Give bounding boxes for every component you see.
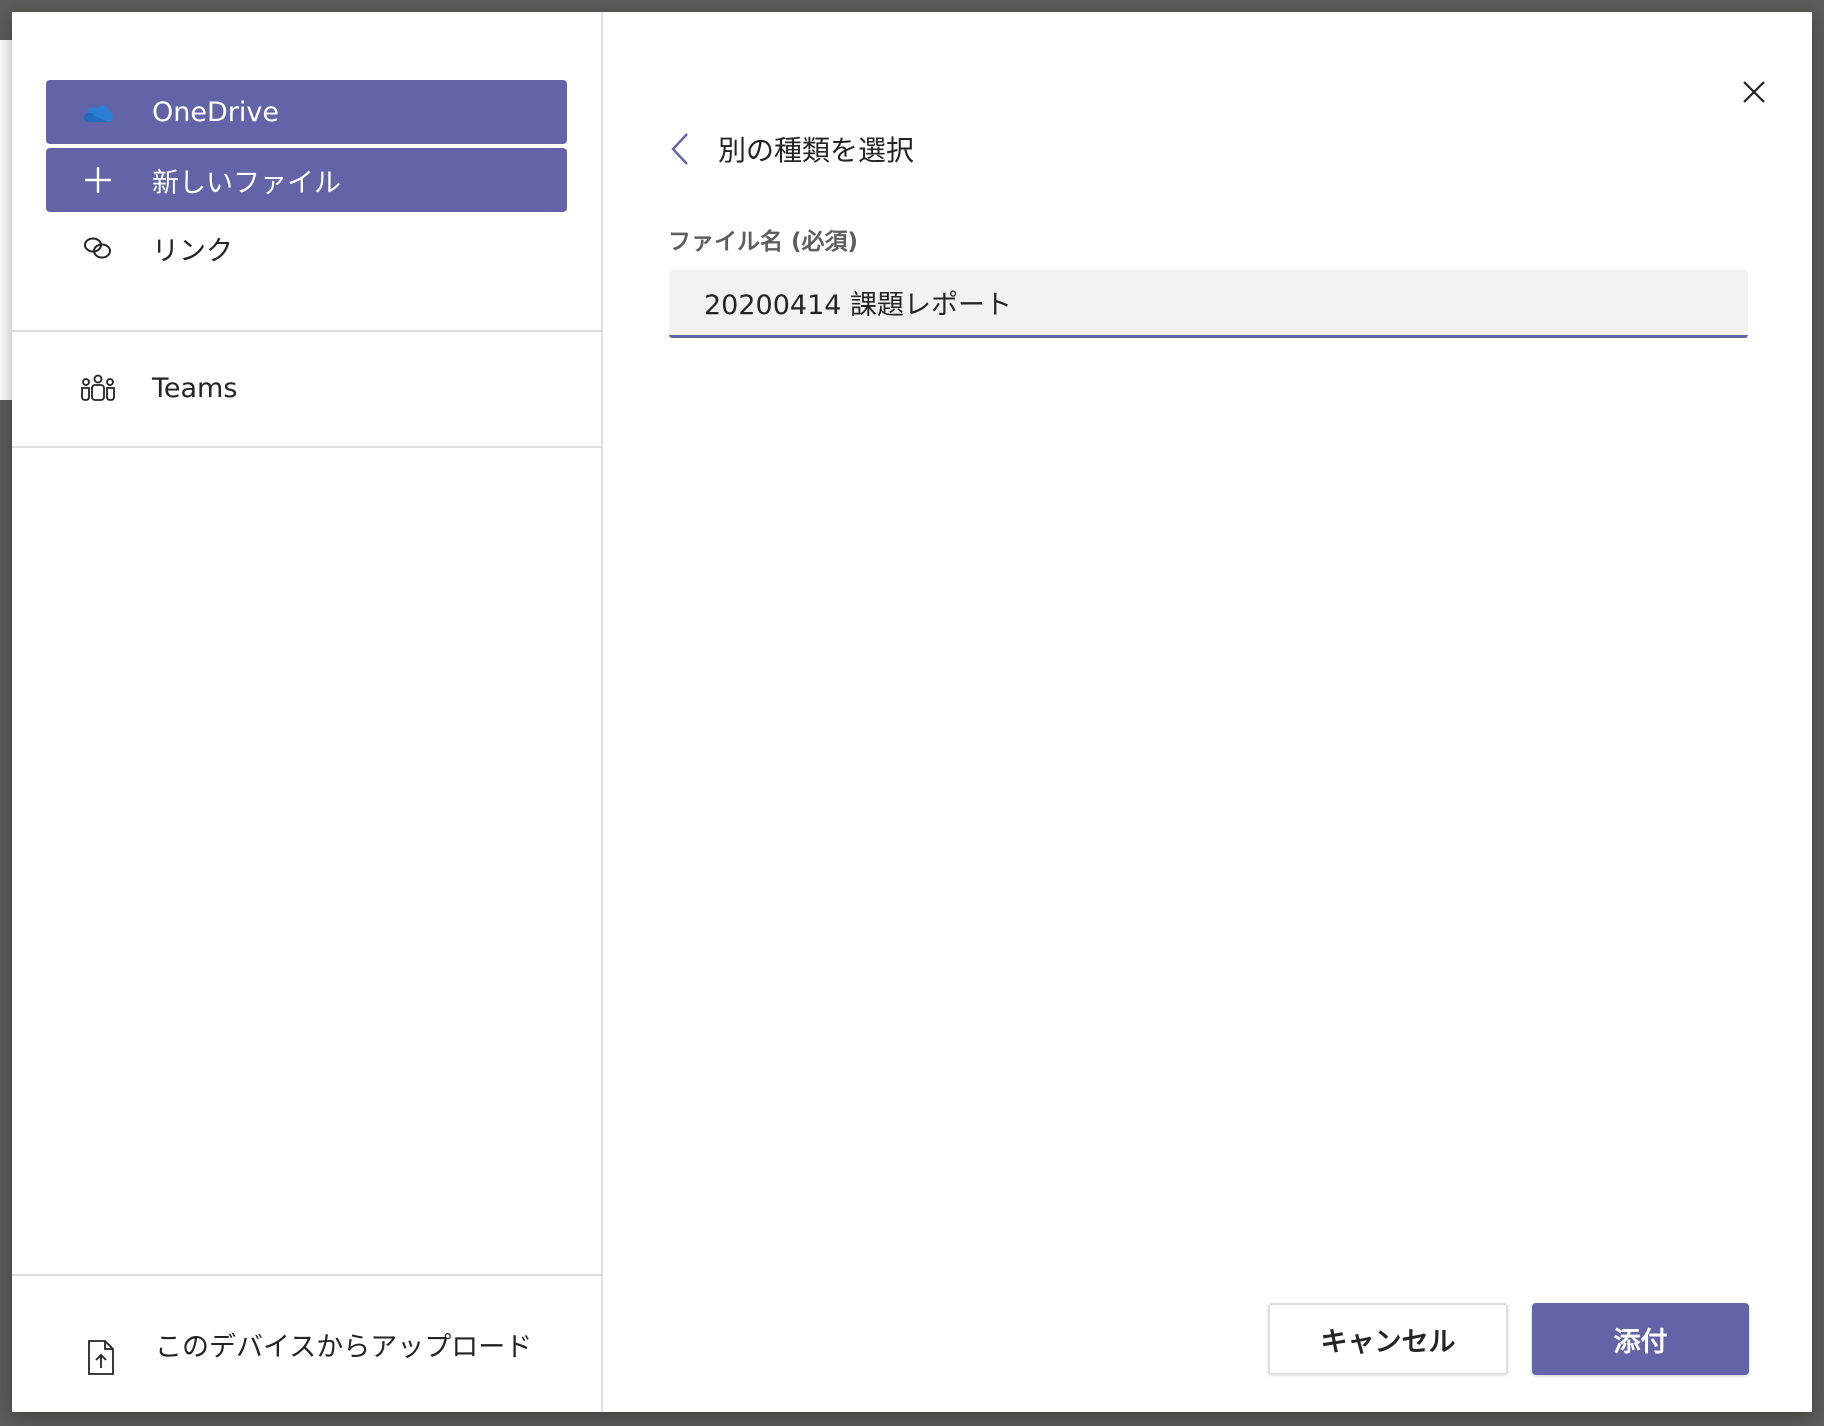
nav-item-link[interactable]: リンク [46, 216, 567, 280]
nav-divider [12, 1274, 603, 1276]
upload-label: このデバイスからアップロード [155, 1332, 533, 1363]
close-icon [1741, 79, 1767, 109]
nav-item-label: Teams [152, 372, 238, 404]
upload-file-icon [86, 1340, 126, 1384]
nav-divider [12, 446, 603, 448]
plus-icon [78, 160, 118, 200]
nav-item-label: OneDrive [152, 96, 279, 128]
source-nav-pane: OneDrive 新しいファイル リンク Teams このデバイスからアップロー… [12, 12, 603, 1412]
file-name-input[interactable] [669, 270, 1748, 338]
upload-from-device-button[interactable]: このデバイスからアップロード [12, 1288, 603, 1412]
nav-divider [12, 330, 603, 332]
nav-item-new-file[interactable]: 新しいファイル [46, 148, 567, 212]
attach-file-dialog: OneDrive 新しいファイル リンク Teams このデバイスからアップロー… [12, 12, 1812, 1412]
back-to-type-select-button[interactable]: 別の種類を選択 [670, 124, 914, 174]
onedrive-cloud-icon [78, 92, 118, 132]
back-label: 別の種類を選択 [718, 134, 915, 167]
cancel-button[interactable]: キャンセル [1268, 1303, 1508, 1375]
chevron-left-icon [670, 129, 700, 169]
file-name-label: ファイル名 (必須) [668, 229, 859, 255]
nav-item-teams[interactable]: Teams [46, 356, 567, 420]
link-icon [78, 228, 118, 268]
nav-item-onedrive[interactable]: OneDrive [46, 80, 567, 144]
teams-people-icon [78, 368, 118, 408]
attach-button[interactable]: 添付 [1532, 1303, 1749, 1375]
close-button[interactable] [1734, 74, 1774, 114]
nav-item-label: 新しいファイル [152, 167, 341, 199]
nav-item-label: リンク [152, 235, 233, 267]
